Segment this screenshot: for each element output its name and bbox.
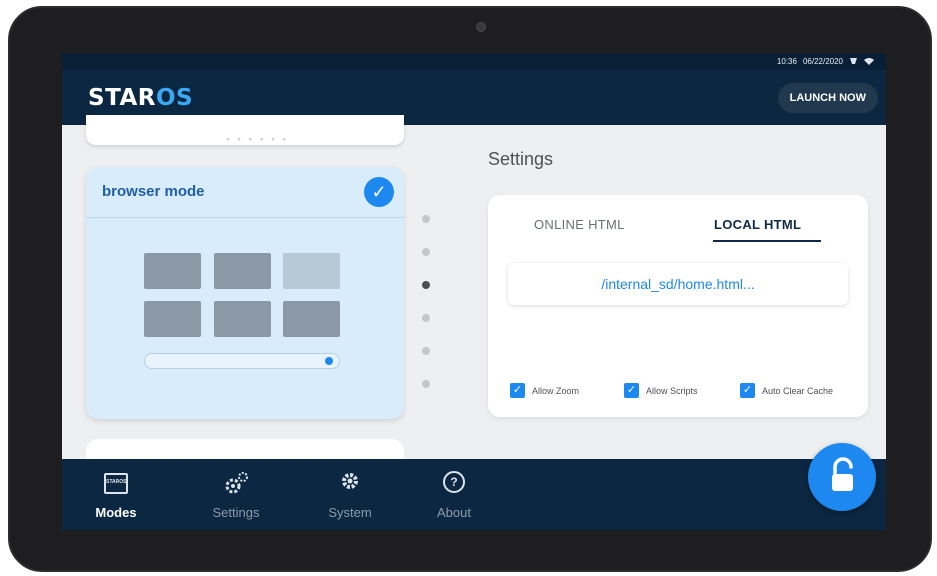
modes-icon: STAROS bbox=[104, 473, 128, 494]
pager-dot-active[interactable] bbox=[422, 281, 430, 289]
mode-card-title: browser mode bbox=[102, 183, 205, 200]
nav-label: Settings bbox=[212, 505, 260, 520]
preview-tile bbox=[214, 253, 271, 289]
status-time: 10:36 bbox=[776, 57, 797, 66]
launch-now-button[interactable]: LAUNCH NOW bbox=[777, 82, 878, 113]
option-allow-scripts[interactable]: ✓ Allow Scripts bbox=[624, 383, 698, 398]
settings-panel: ONLINE HTML LOCAL HTML /internal_sd/home… bbox=[488, 195, 868, 417]
nav-label: System bbox=[328, 505, 372, 520]
nav-item-about[interactable]: ? About bbox=[414, 459, 494, 530]
pager-dot[interactable] bbox=[422, 314, 430, 322]
status-bar: 10:36 06/22/2020 bbox=[62, 53, 886, 70]
pager-dot[interactable] bbox=[422, 380, 430, 388]
unlock-button[interactable] bbox=[808, 443, 876, 511]
gears-icon bbox=[223, 471, 249, 500]
option-allow-zoom[interactable]: ✓ Allow Zoom bbox=[510, 383, 579, 398]
preview-slider bbox=[144, 353, 340, 369]
nav-label: Modes bbox=[95, 505, 137, 520]
status-date: 06/22/2020 bbox=[802, 57, 843, 66]
logo-text-star: STAR bbox=[88, 84, 156, 111]
tab-local-html[interactable]: LOCAL HTML bbox=[714, 217, 801, 232]
preview-slider-knob bbox=[325, 357, 333, 365]
nav-item-settings[interactable]: Settings bbox=[196, 459, 276, 530]
preview-tile bbox=[214, 301, 271, 337]
option-auto-clear-cache[interactable]: ✓ Auto Clear Cache bbox=[740, 383, 833, 398]
option-label: Allow Zoom bbox=[532, 385, 580, 396]
checkbox-checked-icon[interactable]: ✓ bbox=[624, 383, 639, 398]
bottom-nav: STAROS Modes Settings System ? About bbox=[62, 459, 886, 530]
pager-dot[interactable] bbox=[422, 215, 430, 223]
checkbox-checked-icon[interactable]: ✓ bbox=[740, 383, 755, 398]
selected-check-icon: ✓ bbox=[364, 177, 394, 207]
nav-item-modes[interactable]: STAROS Modes bbox=[76, 459, 156, 530]
nav-label: About bbox=[437, 505, 471, 520]
gear-icon bbox=[340, 471, 360, 496]
option-label: Auto Clear Cache bbox=[762, 385, 834, 396]
card-divider bbox=[86, 217, 404, 218]
unlock-icon bbox=[832, 457, 853, 491]
local-path-field[interactable]: /internal_sd/home.html... bbox=[508, 263, 848, 305]
preview-tile bbox=[144, 253, 201, 289]
checkbox-checked-icon[interactable]: ✓ bbox=[510, 383, 525, 398]
preview-tile bbox=[144, 301, 201, 337]
card-dots-decoration: ● ● ● ● ● ● bbox=[226, 137, 290, 143]
mode-pager bbox=[422, 215, 432, 413]
wifi-icon bbox=[864, 57, 874, 67]
camera-icon bbox=[476, 22, 486, 32]
browser-mode-card[interactable]: browser mode ✓ bbox=[86, 167, 404, 419]
logo-text-os: OS bbox=[155, 84, 194, 111]
battery-icon bbox=[849, 57, 858, 67]
device-screen: 10:36 06/22/2020 STAROS LAUNCH NOW ● ● ●… bbox=[62, 53, 886, 530]
staros-logo: STAROS bbox=[88, 85, 193, 111]
question-icon: ? bbox=[443, 471, 465, 493]
nav-item-system[interactable]: System bbox=[310, 459, 390, 530]
settings-title: Settings bbox=[488, 149, 554, 169]
main-content: ● ● ● ● ● ● browser mode ✓ Settings ONLI… bbox=[62, 115, 886, 479]
option-label: Allow Scripts bbox=[646, 385, 698, 396]
previous-mode-card[interactable]: ● ● ● ● ● ● bbox=[86, 115, 404, 145]
preview-tile bbox=[283, 253, 340, 289]
preview-tile bbox=[283, 301, 340, 337]
pager-dot[interactable] bbox=[422, 347, 430, 355]
active-tab-underline bbox=[713, 240, 821, 242]
pager-dot[interactable] bbox=[422, 248, 430, 256]
tab-online-html[interactable]: ONLINE HTML bbox=[534, 217, 625, 232]
